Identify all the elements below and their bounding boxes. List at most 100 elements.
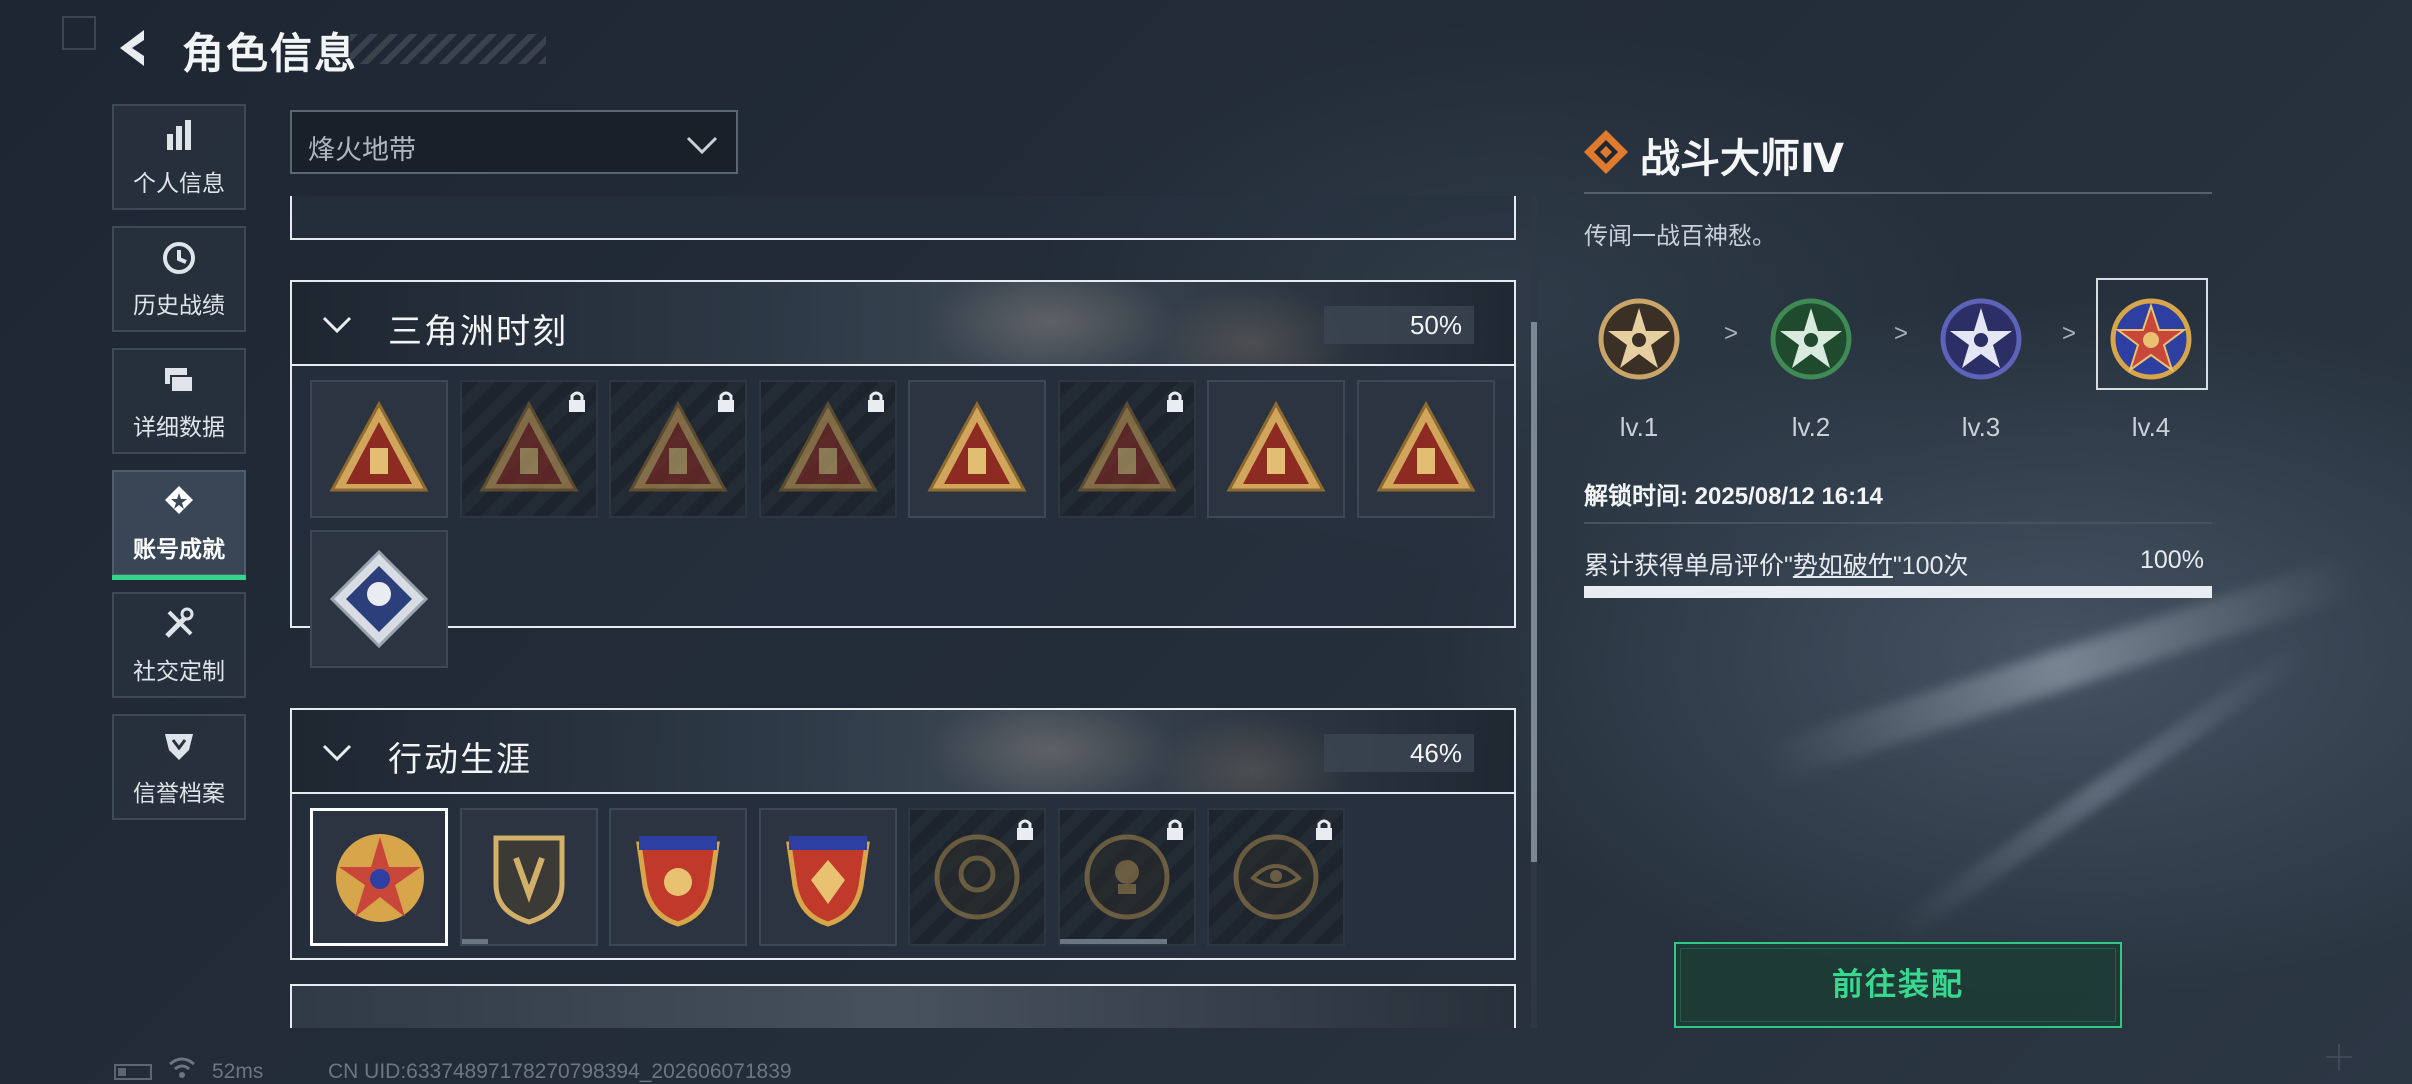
next-section-header-partial[interactable] — [290, 984, 1516, 1028]
data-cards-icon — [165, 368, 194, 393]
achievement-badge-tile[interactable] — [758, 380, 897, 518]
achievement-badge-tile[interactable] — [310, 380, 448, 518]
level-label: lv.3 — [1961, 412, 2001, 442]
level-medal-icon — [1770, 298, 1852, 380]
achievement-badge-tile[interactable] — [1057, 380, 1196, 518]
nav-item-achievements[interactable]: 账号成就 — [112, 470, 246, 580]
lock-icon — [1166, 819, 1183, 840]
list-scrollbar-thumb[interactable] — [1531, 322, 1537, 862]
lock-icon — [1017, 819, 1033, 840]
lock-icon — [867, 391, 884, 412]
section-title: 行动生涯 — [388, 741, 532, 779]
divider — [1584, 192, 2212, 194]
ping-value: 52ms — [212, 1060, 264, 1083]
previous-section-partial — [290, 196, 1516, 240]
level-item[interactable]: lv.2 — [1756, 278, 1866, 443]
lock-icon — [568, 391, 585, 412]
achievement-title: 战斗大师Ⅳ — [1640, 137, 1844, 181]
history-clock-icon — [163, 242, 195, 274]
nav-label: 信誉档案 — [133, 780, 225, 806]
corner-plus-decoration — [2326, 1044, 2352, 1070]
achievement-badge-tile[interactable] — [908, 808, 1046, 946]
achievement-list[interactable]: 三角洲时刻 50% 行动生涯 46% — [290, 196, 1518, 1028]
achievement-badge-tile[interactable] — [1207, 808, 1345, 946]
achievement-badge-icon — [785, 836, 870, 927]
achievement-badge-icon — [329, 549, 429, 649]
level-arrow: > — [2062, 320, 2077, 347]
page-title: 角色信息 — [182, 30, 359, 77]
selected-frame — [2096, 278, 2208, 390]
nav-item-reputation[interactable]: 信誉档案 — [112, 714, 246, 820]
go-equip-button[interactable]: 前往装配 — [1674, 942, 2122, 1028]
level-medal-icon — [1598, 298, 1680, 380]
section-progress-percent: 46% — [1324, 734, 1474, 772]
nav-item-social[interactable]: 社交定制 — [112, 592, 246, 698]
achievement-badge-tile[interactable] — [1207, 380, 1345, 518]
nav-label: 详细数据 — [133, 414, 225, 440]
level-label: lv.1 — [1619, 412, 1659, 442]
corner-decoration — [62, 16, 96, 50]
level-label: lv.2 — [1791, 412, 1831, 442]
level-medal-icon — [1940, 298, 2022, 380]
nav-label: 历史战绩 — [133, 292, 225, 318]
unlock-time: 解锁时间: 2025/08/12 16:14 — [1584, 483, 1883, 510]
battery-icon — [114, 1064, 152, 1080]
section-header-operation-career[interactable]: 行动生涯 46% — [290, 708, 1516, 794]
achievement-badge-icon — [636, 836, 720, 927]
achievement-badge-tile[interactable] — [908, 380, 1046, 518]
section-badges-delta-moments — [290, 366, 1516, 668]
badge-progress-bar — [1059, 939, 1167, 944]
nav-item-personal-info[interactable]: 个人信息 — [112, 104, 246, 210]
nav-label: 个人信息 — [133, 170, 225, 196]
chevron-down-icon — [686, 136, 718, 155]
wifi-icon — [169, 1057, 195, 1078]
achievement-badge-tile[interactable] — [758, 808, 897, 946]
section-progress-percent: 50% — [1324, 306, 1474, 344]
lock-icon — [1316, 819, 1332, 840]
achievement-badge-tile[interactable] — [1356, 380, 1495, 518]
dropdown-selected-value: 烽火地带 — [308, 135, 416, 165]
achievement-badge-tile[interactable] — [609, 380, 747, 518]
chevron-down-icon — [322, 316, 352, 334]
section-header-delta-moments[interactable]: 三角洲时刻 50% — [290, 280, 1516, 366]
lock-icon — [718, 391, 734, 412]
nav-item-detailed-data[interactable]: 详细数据 — [112, 348, 246, 454]
lock-icon — [1166, 391, 1183, 412]
level-arrow: > — [1724, 320, 1739, 347]
tools-icon — [165, 607, 194, 638]
achievement-description: 传闻一战百神愁。 — [1584, 223, 1776, 250]
achievement-badge-tile-selected[interactable] — [310, 808, 448, 946]
achievement-badge-icon — [493, 835, 564, 925]
chevron-down-icon — [322, 744, 352, 762]
section-title: 三角洲时刻 — [388, 313, 568, 351]
mode-dropdown[interactable]: 烽火地带 — [290, 110, 738, 174]
requirement-prefix: 累计获得单局评价" — [1584, 552, 1793, 580]
level-item[interactable]: lv.1 — [1584, 278, 1694, 443]
achievement-badge-icon — [336, 834, 424, 922]
user-uid: CN UID:63374897178270798394_202606071839 — [328, 1060, 792, 1083]
achievement-badge-tile[interactable] — [609, 808, 747, 946]
achievement-badge-tile[interactable] — [1057, 808, 1196, 946]
reputation-shield-icon — [165, 734, 193, 760]
level-item[interactable]: lv.3 — [1926, 278, 2036, 443]
requirement-suffix: "100次 — [1892, 552, 1969, 580]
level-item-selected[interactable]: lv.4 — [2096, 278, 2208, 443]
section-banner-art — [852, 282, 1352, 364]
achievement-badge-icon — [927, 400, 1027, 492]
badge-progress-bar — [461, 939, 489, 944]
back-arrow-icon[interactable] — [112, 26, 156, 70]
nav-label: 社交定制 — [133, 658, 225, 684]
achievement-badge-tile[interactable] — [459, 380, 598, 518]
nav-item-history[interactable]: 历史战绩 — [112, 226, 246, 332]
requirement-percent: 100% — [2140, 546, 2204, 574]
section-badges-operation-career — [290, 794, 1516, 960]
achievement-diamond-icon — [1584, 130, 1628, 174]
achievement-badge-icon — [1375, 400, 1476, 492]
achievement-badge-tile[interactable] — [310, 530, 448, 668]
bar-chart-icon — [167, 120, 191, 150]
achievement-levels: lv.1 > lv.2 > lv.3 > lv.4 — [1584, 278, 2212, 442]
requirement-link[interactable]: 势如破竹 — [1793, 552, 1893, 580]
achievement-badge-tile[interactable] — [459, 808, 598, 946]
section-banner-art — [852, 710, 1352, 792]
side-nav: 个人信息 历史战绩 详细数据 账号成就 社交定制 信誉档案 — [112, 104, 250, 836]
